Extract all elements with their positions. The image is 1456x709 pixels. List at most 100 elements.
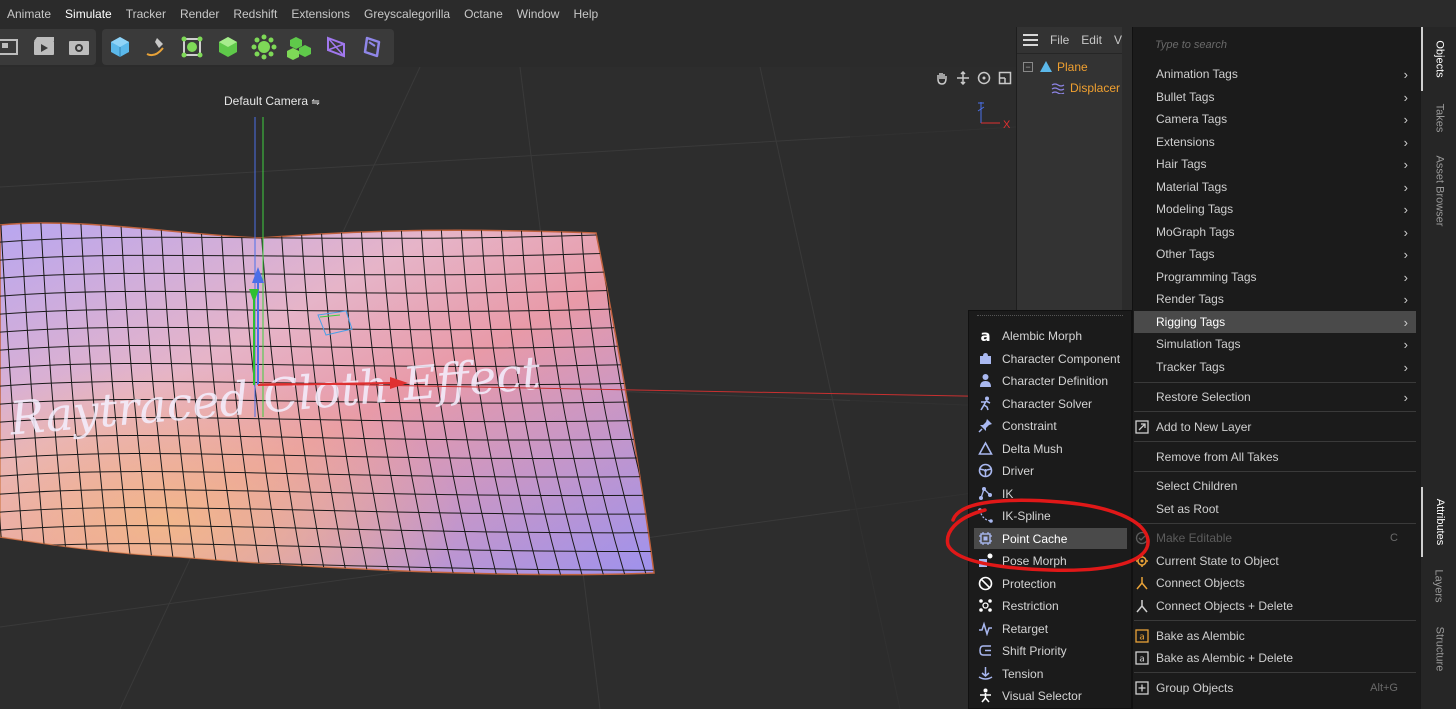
submenu-item-constraint[interactable]: Constraint (974, 415, 1127, 436)
mograph-icon[interactable] (282, 29, 318, 65)
submenu-item-driver[interactable]: Driver (974, 460, 1127, 481)
chevron-right-icon: › (1403, 202, 1408, 217)
menu-item-set-as-root[interactable]: Set as Root (1134, 498, 1416, 520)
submenu-item-ik-spline[interactable]: IK-Spline (974, 505, 1127, 526)
maximize-view-icon[interactable] (997, 70, 1012, 85)
field-icon[interactable] (354, 29, 390, 65)
menu-item-camera-tags[interactable]: Camera Tags › (1134, 108, 1416, 130)
submenu-item-character-definition[interactable]: Character Definition (974, 370, 1127, 391)
menu-item-modeling-tags[interactable]: Modeling Tags › (1134, 198, 1416, 220)
menu-tracker[interactable]: Tracker (119, 7, 173, 21)
submenu-item-ik[interactable]: IK (974, 483, 1127, 504)
menu-window[interactable]: Window (510, 7, 567, 21)
menu-bar: Animate Simulate Tracker Render Redshift… (0, 0, 1456, 27)
ik-icon (979, 487, 992, 500)
menu-item-extensions[interactable]: Extensions › (1134, 131, 1416, 153)
menu-item-connect-objects-delete[interactable]: Connect Objects + Delete (1134, 595, 1416, 617)
menu-item-tracker-tags[interactable]: Tracker Tags › (1134, 356, 1416, 378)
tab-attributes[interactable]: Attributes (1421, 487, 1456, 557)
cube-icon[interactable] (102, 29, 138, 65)
object-manager-header: File Edit V (1017, 27, 1122, 54)
tab-layers[interactable]: Layers (1421, 561, 1456, 611)
render-view-icon[interactable] (0, 29, 27, 65)
chevron-right-icon: › (1403, 315, 1408, 330)
menu-separator (1134, 523, 1416, 524)
menu-separator (1134, 382, 1416, 383)
menu-item-bullet-tags[interactable]: Bullet Tags › (1134, 86, 1416, 108)
menu-item-animation-tags[interactable]: Animation Tags › (1134, 63, 1416, 85)
chevron-right-icon: › (1403, 225, 1408, 240)
menu-item-other-tags[interactable]: Other Tags › (1134, 243, 1416, 265)
menu-help[interactable]: Help (566, 7, 605, 21)
submenu-item-point-cache[interactable]: Point Cache (974, 528, 1127, 549)
menu-item-remove-from-all-takes[interactable]: Remove from All Takes (1134, 446, 1416, 468)
submenu-item-tension[interactable]: Tension (974, 663, 1127, 684)
menu-extensions[interactable]: Extensions (284, 7, 357, 21)
tab-asset-browser[interactable]: Asset Browser (1421, 145, 1456, 237)
menu-item-restore-selection[interactable]: Restore Selection › (1134, 386, 1416, 408)
object-row-displacer[interactable]: Displacer (1017, 77, 1122, 98)
menu-item-connect-objects[interactable]: Connect Objects (1134, 572, 1416, 594)
menu-item-rigging-tags[interactable]: Rigging Tags › (1134, 311, 1416, 333)
menu-separator (1134, 441, 1416, 442)
collapse-icon[interactable]: − (1023, 61, 1033, 72)
pan-hand-icon[interactable] (934, 70, 949, 85)
menu-item-add-to-new-layer[interactable]: Add to New Layer (1134, 416, 1416, 438)
menu-item-group-objects[interactable]: Group Objects Alt+G (1134, 677, 1416, 699)
camera-switch-icon[interactable]: ⇋ (311, 97, 319, 108)
submenu-item-character-component[interactable]: Character Component (974, 348, 1127, 369)
om-menu-edit[interactable]: Edit (1081, 33, 1102, 47)
chevron-right-icon: › (1403, 157, 1408, 172)
menu-item-simulation-tags[interactable]: Simulation Tags › (1134, 333, 1416, 355)
submenu-item-shift-priority[interactable]: Shift Priority (974, 640, 1127, 661)
tab-structure[interactable]: Structure (1421, 619, 1456, 679)
submenu-item-character-solver[interactable]: Character Solver (974, 393, 1127, 414)
submenu-item-delta-mush[interactable]: Delta Mush (974, 438, 1127, 459)
subdivision-icon[interactable] (174, 29, 210, 65)
menu-item-bake-as-alembic[interactable]: a Bake as Alembic (1134, 625, 1416, 647)
om-menu-file[interactable]: File (1050, 33, 1069, 47)
submenu-item-protection[interactable]: Protection (974, 573, 1127, 594)
menu-item-select-children[interactable]: Select Children (1134, 475, 1416, 497)
render-icon[interactable] (27, 29, 62, 65)
menu-item-bake-as-alembic-delete[interactable]: a Bake as Alembic + Delete (1134, 647, 1416, 669)
menu-item-mograph-tags[interactable]: MoGraph Tags › (1134, 221, 1416, 243)
render-settings-icon[interactable] (61, 29, 96, 65)
om-menu-view[interactable]: V (1114, 33, 1122, 47)
connect-objects-icon (1136, 577, 1148, 590)
3d-viewport[interactable]: Raytraced Cloth Effect Default Camera ⇋ … (0, 67, 1016, 709)
submenu-item-pose-morph[interactable]: Pose Morph (974, 550, 1127, 571)
submenu-item-alembic-morph[interactable]: a Alembic Morph (974, 325, 1127, 346)
menu-redshift[interactable]: Redshift (226, 7, 284, 21)
menu-item-programming-tags[interactable]: Programming Tags › (1134, 266, 1416, 288)
tab-objects[interactable]: Objects (1421, 27, 1456, 91)
menu-item-hair-tags[interactable]: Hair Tags › (1134, 153, 1416, 175)
object-row-plane[interactable]: − Plane (1017, 56, 1122, 77)
submenu-item-restriction[interactable]: Restriction (974, 595, 1127, 616)
menu-octane[interactable]: Octane (457, 7, 510, 21)
plane-icon (1040, 60, 1052, 72)
tab-takes[interactable]: Takes (1421, 93, 1456, 143)
submenu-item-visual-selector[interactable]: Visual Selector (974, 685, 1127, 706)
menu-simulate[interactable]: Simulate (58, 7, 119, 21)
submenu-item-retarget[interactable]: Retarget (974, 618, 1127, 639)
menu-item-material-tags[interactable]: Material Tags › (1134, 176, 1416, 198)
camera-label[interactable]: Default Camera ⇋ (224, 94, 320, 108)
group-objects-icon (1135, 681, 1149, 695)
cloner-icon[interactable] (246, 29, 282, 65)
chevron-right-icon: › (1403, 360, 1408, 375)
deformer-icon[interactable] (318, 29, 354, 65)
menu-search-input[interactable]: Type to search (1133, 27, 1420, 63)
move-arrows-icon[interactable] (955, 70, 970, 85)
point-cache-icon (979, 532, 992, 545)
pen-spline-icon[interactable] (138, 29, 174, 65)
orbit-icon[interactable] (976, 70, 991, 85)
menu-render[interactable]: Render (173, 7, 226, 21)
menu-greyscalegorilla[interactable]: Greyscalegorilla (357, 7, 457, 21)
menu-item-render-tags[interactable]: Render Tags › (1134, 288, 1416, 310)
hamburger-icon[interactable] (1023, 34, 1038, 46)
extrude-icon[interactable] (210, 29, 246, 65)
menu-item-current-state-to-object[interactable]: Current State to Object (1134, 550, 1416, 572)
menu-animate[interactable]: Animate (0, 7, 58, 21)
cloth-mesh[interactable]: Raytraced Cloth Effect (0, 207, 736, 589)
